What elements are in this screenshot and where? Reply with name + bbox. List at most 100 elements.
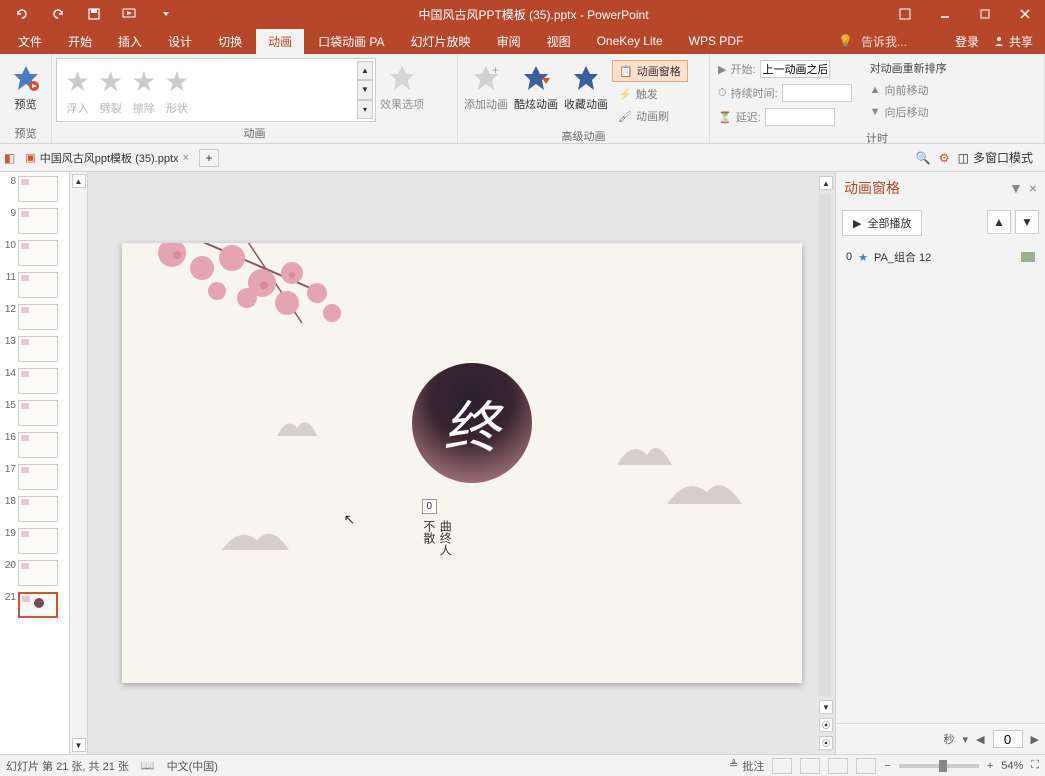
animation-item[interactable]: 0 ★ PA_组合 12 <box>842 246 1039 268</box>
ribbon-display-options[interactable] <box>885 0 925 28</box>
qat-undo[interactable] <box>6 2 38 26</box>
effect-options-button[interactable]: 效果选项 <box>378 58 426 116</box>
zoom-out-button[interactable]: − <box>884 760 890 772</box>
thumbnail-slide-14[interactable]: 14 <box>2 368 67 394</box>
play-all-button[interactable]: ▶全部播放 <box>842 210 922 236</box>
tab-close-icon[interactable]: × <box>183 152 189 164</box>
menu-wps[interactable]: WPS PDF <box>677 30 756 52</box>
cool-animation-button[interactable]: 酷炫动画 <box>512 58 560 116</box>
mountain-icon <box>662 468 752 508</box>
thumbnail-slide-20[interactable]: 20 <box>2 560 67 586</box>
move-later-button[interactable]: ▼向后移动 <box>866 102 951 122</box>
thumbnail-slide-18[interactable]: 18 <box>2 496 67 522</box>
login-link[interactable]: 登录 <box>955 33 979 50</box>
group-label-preview: 预览 <box>4 123 47 141</box>
thumb-scroll-up[interactable]: ▲ <box>72 174 86 188</box>
share-button[interactable]: 共享 <box>987 31 1039 52</box>
delay-input[interactable] <box>765 108 835 126</box>
menu-onekey[interactable]: OneKey Lite <box>585 30 675 52</box>
qat-slideshow[interactable] <box>114 2 146 26</box>
thumb-preview <box>18 208 58 234</box>
workspace: 89101112131415161718192021 ▲ ▼ 终 0 不散 <box>0 172 1045 754</box>
trigger-button[interactable]: ⚡触发 <box>612 84 688 104</box>
reading-view-button[interactable] <box>828 758 848 774</box>
menu-design[interactable]: 设计 <box>156 29 204 54</box>
maximize-button[interactable] <box>965 0 1005 28</box>
canvas-prev-slide[interactable]: ⦿ <box>819 718 833 732</box>
pane-close-icon[interactable]: × <box>1029 180 1037 196</box>
tellme-icon[interactable]: 💡 <box>838 34 853 48</box>
gallery-more[interactable]: ▾ <box>357 100 373 119</box>
canvas-next-slide[interactable]: ⦿ <box>819 736 833 750</box>
animation-gallery[interactable]: ★浮入 ★劈裂 ★擦除 ★形状 ▲ ▼ ▾ <box>56 58 376 122</box>
comments-button[interactable]: ≜批注 <box>729 758 764 774</box>
thumbnail-slide-13[interactable]: 13 <box>2 336 67 362</box>
slide[interactable]: 终 0 不散 曲终人 ↖ <box>122 243 802 683</box>
menu-view[interactable]: 视图 <box>535 29 583 54</box>
menu-insert[interactable]: 插入 <box>106 29 154 54</box>
start-input[interactable] <box>760 60 830 78</box>
seconds-dropdown-icon[interactable]: ▾ <box>963 733 969 746</box>
duration-input[interactable] <box>782 84 852 102</box>
favorite-animation-button[interactable]: 收藏动画 <box>562 58 610 116</box>
sorter-view-button[interactable] <box>800 758 820 774</box>
thumbnail-slide-15[interactable]: 15 <box>2 400 67 426</box>
menu-review[interactable]: 审阅 <box>485 29 533 54</box>
gallery-down[interactable]: ▼ <box>357 80 373 99</box>
gallery-up[interactable]: ▲ <box>357 61 373 80</box>
animation-pane-button[interactable]: 📋动画窗格 <box>612 60 688 82</box>
move-down-button[interactable]: ▼ <box>1015 210 1039 234</box>
qat-save[interactable] <box>78 2 110 26</box>
menu-slideshow[interactable]: 幻灯片放映 <box>399 29 483 54</box>
seconds-input[interactable] <box>993 730 1023 748</box>
thumb-preview <box>18 240 58 266</box>
thumbnail-slide-11[interactable]: 11 <box>2 272 67 298</box>
timeline-prev[interactable]: ◀ <box>976 733 984 746</box>
qat-dropdown[interactable] <box>150 2 182 26</box>
thumb-number: 20 <box>2 560 16 571</box>
zoom-level[interactable]: 54% <box>1001 760 1023 772</box>
timeline-next[interactable]: ▶ <box>1031 733 1039 746</box>
menu-file[interactable]: 文件 <box>6 29 54 54</box>
menu-pocket[interactable]: 口袋动画 PA <box>306 29 396 54</box>
add-animation-button[interactable]: + 添加动画 <box>462 58 510 116</box>
new-tab-button[interactable]: + <box>199 149 219 167</box>
close-button[interactable] <box>1005 0 1045 28</box>
tellme-text[interactable]: 告诉我... <box>861 33 907 50</box>
thumbnail-slide-8[interactable]: 8 <box>2 176 67 202</box>
move-up-button[interactable]: ▲ <box>987 210 1011 234</box>
document-tab[interactable]: ▣ 中国风古风ppt模板 (35).pptx × <box>19 148 195 168</box>
preview-button[interactable]: 预览 <box>4 58 47 116</box>
thumbnail-slide-17[interactable]: 17 <box>2 464 67 490</box>
menu-animations[interactable]: 动画 <box>256 29 304 54</box>
spellcheck-icon[interactable]: 📖 <box>141 759 155 772</box>
slide-caption[interactable]: 0 不散 曲终人 <box>422 498 496 556</box>
flower-decoration <box>122 243 402 353</box>
fit-window-button[interactable]: ⛶ <box>1031 759 1039 772</box>
canvas-scroll-up[interactable]: ▲ <box>819 176 833 190</box>
zoom-in-button[interactable]: + <box>987 760 993 772</box>
settings-icon[interactable]: ⚙ <box>939 151 950 165</box>
animation-painter-button[interactable]: 🖌动画刷 <box>612 106 688 126</box>
thumbnail-slide-12[interactable]: 12 <box>2 304 67 330</box>
thumbnail-slide-19[interactable]: 19 <box>2 528 67 554</box>
zoom-slider[interactable] <box>899 764 979 768</box>
nav-icon[interactable]: ◧ <box>4 151 15 165</box>
find-icon[interactable]: 🔍 <box>916 151 931 165</box>
qat-redo[interactable] <box>42 2 74 26</box>
thumbnail-slide-21[interactable]: 21 <box>2 592 67 618</box>
slideshow-view-button[interactable] <box>856 758 876 774</box>
thumbnail-slide-10[interactable]: 10 <box>2 240 67 266</box>
normal-view-button[interactable] <box>772 758 792 774</box>
menu-transitions[interactable]: 切换 <box>206 29 254 54</box>
menu-home[interactable]: 开始 <box>56 29 104 54</box>
pane-dropdown-icon[interactable]: ▼ <box>1009 180 1023 196</box>
move-earlier-button[interactable]: ▲向前移动 <box>866 80 951 100</box>
language-label[interactable]: 中文(中国) <box>167 758 218 774</box>
minimize-button[interactable] <box>925 0 965 28</box>
thumbnail-slide-16[interactable]: 16 <box>2 432 67 458</box>
multiwindow-button[interactable]: ◫多窗口模式 <box>958 149 1033 166</box>
thumbnail-slide-9[interactable]: 9 <box>2 208 67 234</box>
canvas-scroll-down[interactable]: ▼ <box>819 700 833 714</box>
thumb-scroll-down[interactable]: ▼ <box>72 738 86 752</box>
